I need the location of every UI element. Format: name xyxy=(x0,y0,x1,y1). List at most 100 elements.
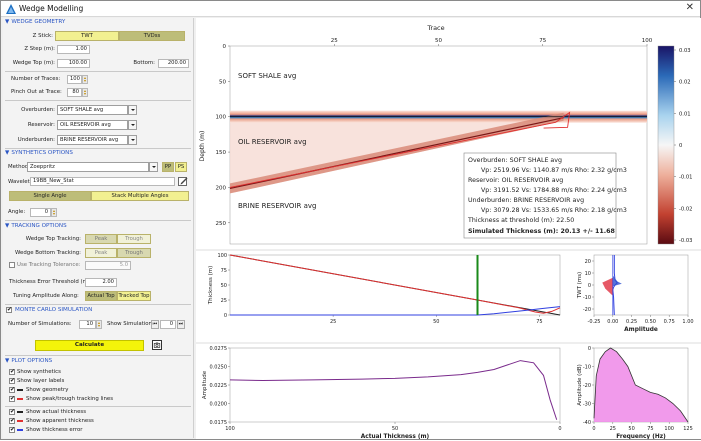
single-angle-button[interactable]: Single Angle xyxy=(9,191,91,201)
info-underburden: Underburden: BRINE RESERVOIR avg xyxy=(468,197,584,204)
plot-option-label: Show actual thickness xyxy=(26,409,87,415)
top-peak-button[interactable]: Peak xyxy=(85,234,117,244)
z-step-input[interactable]: 1.00 xyxy=(57,45,90,54)
chevron-down-icon[interactable] xyxy=(149,162,158,172)
show-apparent-thickness-checkbox[interactable] xyxy=(9,417,15,424)
show-synthetics-checkbox[interactable] xyxy=(9,368,15,375)
divider xyxy=(5,220,191,221)
wedge-bottom-tracking-label: Wedge Bottom Tracking: xyxy=(15,250,81,256)
frequency-spectrum-chart: 0-10-20-30-400 25 50 75 100 125Amplitude (dB)… xyxy=(577,346,693,440)
show-tracking-lines-checkbox[interactable] xyxy=(9,395,15,402)
section-wedge-geometry[interactable]: ▼ WEDGE GEOMETRY xyxy=(5,19,65,27)
show-layer-labels-checkbox[interactable] xyxy=(9,377,15,384)
calculate-button[interactable]: Calculate xyxy=(35,340,144,351)
chevron-down-icon[interactable] xyxy=(128,135,137,145)
x-tick-label: 100 xyxy=(225,426,235,432)
next-simulation-icon[interactable]: ⏭ xyxy=(177,320,185,329)
x-tick-label: 100 xyxy=(664,426,674,432)
y-tick-label: -40 xyxy=(583,420,591,426)
top-trough-button[interactable]: Trough xyxy=(117,234,151,244)
section-plot-options[interactable]: ▼ PLOT OPTIONS xyxy=(5,358,52,366)
x-axis-label: Amplitude xyxy=(624,327,658,333)
colorbar-tick-label: 0.03 xyxy=(679,48,691,54)
pinch-out-spinner-icon[interactable] xyxy=(82,88,88,97)
show-thickness-error-checkbox[interactable] xyxy=(9,426,15,433)
colorbar-tick-label: -0.01 xyxy=(679,175,692,181)
y-tick-label: 20 xyxy=(585,259,591,265)
section-title: WEDGE GEOMETRY xyxy=(11,19,66,25)
use-tolerance-checkbox[interactable] xyxy=(9,262,15,268)
plots-area: Trace 25 50 75 100 0 50 100 150 200 250 Depth (m)… xyxy=(196,18,701,440)
z-stick-tvdss-button[interactable]: TVDss xyxy=(119,31,185,41)
chevron-down-icon[interactable] xyxy=(128,120,137,130)
tolerance-input[interactable]: 5.0 xyxy=(85,261,131,270)
y-tick-label: 0 xyxy=(223,44,227,50)
overburden-select[interactable]: SOFT SHALE avg xyxy=(57,105,128,115)
wavelet-input[interactable]: 19BB_New_Stat xyxy=(30,177,175,186)
prev-simulation-icon[interactable]: ⏮ xyxy=(151,320,159,329)
angle-spinner-icon[interactable] xyxy=(51,208,57,217)
colorbar xyxy=(657,45,675,245)
bottom-peak-button[interactable]: Peak xyxy=(85,248,117,258)
colorbar-tick-label: 0.02 xyxy=(679,80,691,86)
num-traces-spinner-icon[interactable] xyxy=(82,75,88,84)
num-simulations-spinner-icon[interactable] xyxy=(96,320,102,329)
colorbar-tick-label: -0.03 xyxy=(679,238,692,244)
y-tick-label: -20 xyxy=(583,307,591,313)
y-tick-label: 10 xyxy=(585,271,591,277)
reservoir-select[interactable]: OIL RESERVOIR avg xyxy=(57,120,128,130)
chevron-down-icon[interactable] xyxy=(128,105,137,115)
collapse-caret-icon: ▼ xyxy=(5,223,10,229)
options-panel: ▼ WEDGE GEOMETRY Z Stick: TWT TVDss Z Ste… xyxy=(3,18,194,438)
show-geometry-checkbox[interactable] xyxy=(9,386,15,393)
tuning-amp-label: Tuning Amplitude Along: xyxy=(13,293,79,299)
info-overburden-props: Vp: 2519.96 Vs: 1140.87 m/s Rho: 2.32 g/… xyxy=(481,167,627,174)
section-title: PLOT OPTIONS xyxy=(11,358,53,364)
wedge-top-input[interactable]: 100.00 xyxy=(57,59,90,68)
y-tick-label: 0.0200 xyxy=(210,402,228,408)
z-stick-twt-button[interactable]: TWT xyxy=(55,31,119,41)
edit-icon[interactable] xyxy=(178,176,188,186)
stack-multiple-angles-button[interactable]: Stack Multiple Angles xyxy=(91,191,189,201)
depth-axis-label: Depth (m) xyxy=(199,131,206,162)
underburden-select[interactable]: BRINE RESERVOIR avg xyxy=(57,135,128,145)
plot-option-label: Show synthetics xyxy=(17,369,61,375)
collapse-caret-icon: ▼ xyxy=(5,150,10,156)
tracking-color-swatch xyxy=(17,398,23,400)
section-synthetics-options[interactable]: ▼ SYNTHETICS OPTIONS xyxy=(5,150,73,158)
thickness-error-color-swatch xyxy=(17,429,23,431)
show-actual-thickness-checkbox[interactable] xyxy=(9,408,15,415)
num-simulations-input[interactable]: 10 xyxy=(79,320,96,329)
bottom-trough-button[interactable]: Trough xyxy=(117,248,151,258)
y-tick-label: 0 xyxy=(588,346,591,352)
camera-icon[interactable] xyxy=(152,340,162,350)
actual-top-button[interactable]: Actual Top xyxy=(85,291,117,301)
angle-input[interactable]: 0 xyxy=(30,208,51,217)
divider xyxy=(5,148,191,149)
layer-label-reservoir: OIL RESERVOIR avg xyxy=(238,138,307,146)
y-tick-label: 0 xyxy=(588,283,591,289)
x-axis-label: Frequency (Hz) xyxy=(616,434,666,439)
y-axis-label: Amplitude xyxy=(202,370,208,399)
bottom-input[interactable]: 200.00 xyxy=(158,59,189,68)
info-reservoir: Reservoir: OIL RESERVOIR avg xyxy=(468,177,563,184)
info-underburden-props: Vp: 3079.28 Vs: 1533.65 m/s Rho: 2.18 g/… xyxy=(481,207,627,214)
y-tick-label: 150 xyxy=(216,150,227,156)
tracked-top-button[interactable]: Tracked Top xyxy=(117,291,151,301)
thickness-error-input[interactable]: 2.00 xyxy=(85,278,117,287)
x-tick-label: 0.75 xyxy=(664,319,675,325)
close-icon[interactable]: ✕ xyxy=(686,2,694,13)
method-select[interactable]: Zoeppritz xyxy=(27,162,149,172)
section-tracking-options[interactable]: ▼ TRACKING OPTIONS xyxy=(5,223,67,231)
plot-option-label: Show thickness error xyxy=(26,427,83,433)
pp-toggle[interactable]: PP xyxy=(162,162,174,172)
num-simulations-label: Number of Simulations: xyxy=(8,321,72,327)
show-simulation-input[interactable]: 0 xyxy=(160,320,176,329)
monte-carlo-checkbox[interactable] xyxy=(6,306,12,313)
x-tick-label: -0.25 xyxy=(588,319,601,325)
num-traces-input[interactable]: 100 xyxy=(67,75,82,84)
info-threshold: Thickness at threshold (m): 22.50 xyxy=(467,217,574,224)
ps-toggle[interactable]: PS xyxy=(175,162,187,172)
divider xyxy=(5,406,191,407)
pinch-out-input[interactable]: 80 xyxy=(67,88,82,97)
